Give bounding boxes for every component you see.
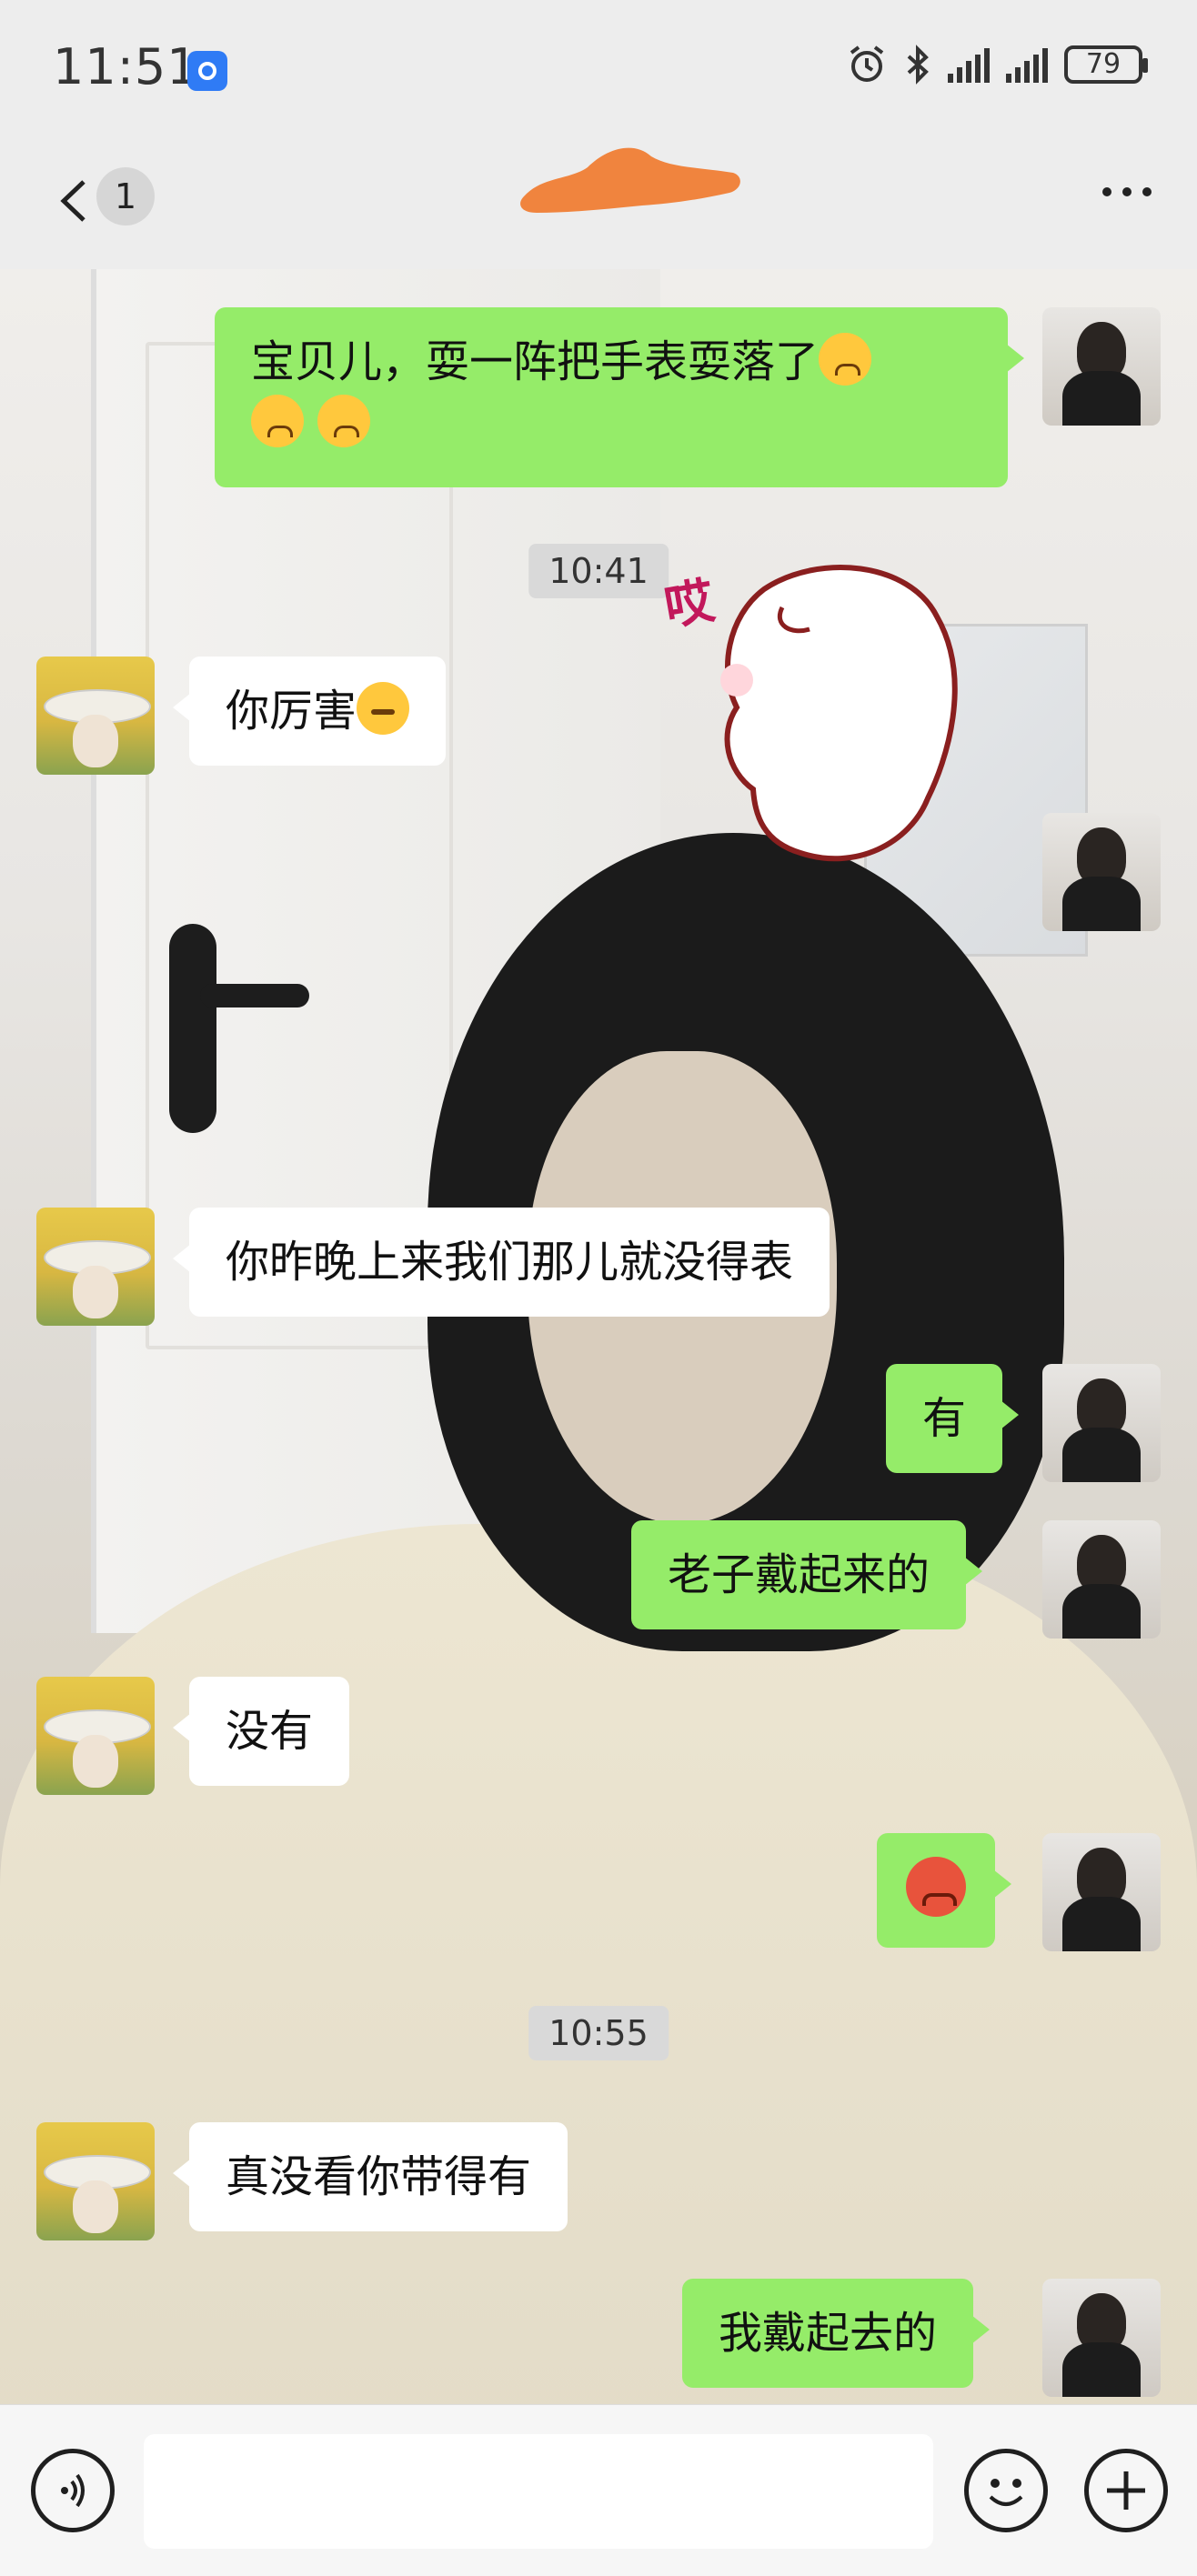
emoji-icon[interactable] <box>964 2449 1048 2532</box>
pouting-emoji-icon <box>819 333 872 386</box>
signal-icon <box>948 46 990 83</box>
unread-count-badge[interactable]: 1 <box>96 167 155 226</box>
background-door-lever <box>200 984 309 1007</box>
my-avatar[interactable] <box>1042 1364 1161 1482</box>
background-door-handle <box>169 924 216 1133</box>
pouting-emoji-icon <box>251 395 304 447</box>
message-text: 宝贝儿，耍一阵把手表耍落了 <box>251 336 820 387</box>
my-avatar[interactable] <box>1042 1520 1161 1639</box>
timestamp: 10:41 <box>528 544 669 598</box>
app-notification-icon <box>187 51 227 91</box>
battery-icon: 79 <box>1064 45 1148 84</box>
message-text: 我戴起去的 <box>719 2308 938 2359</box>
message-bubble-me[interactable]: 我戴起去的 <box>682 2279 991 2388</box>
message-text: 你厉害 <box>226 686 357 737</box>
message-text: 有 <box>922 1393 967 1444</box>
my-avatar[interactable] <box>1042 2279 1161 2397</box>
plus-icon[interactable] <box>1084 2449 1168 2532</box>
voice-icon[interactable] <box>31 2449 115 2532</box>
message-text: 老子戴起来的 <box>668 1549 930 1600</box>
redacted-title <box>520 147 740 213</box>
message-bubble-me[interactable]: 老子戴起来的 <box>631 1520 983 1629</box>
bluetooth-icon <box>907 45 929 85</box>
timestamp: 10:55 <box>528 2006 669 2060</box>
thinking-emoji-icon <box>357 682 410 735</box>
smiley-face-icon <box>989 2479 1023 2506</box>
contact-avatar[interactable] <box>36 1208 155 1326</box>
contact-avatar[interactable] <box>36 1677 155 1795</box>
background-shirt <box>0 1524 1197 2404</box>
sticker-image[interactable] <box>709 553 982 880</box>
my-avatar[interactable] <box>1042 307 1161 426</box>
pouting-emoji-icon <box>317 395 371 447</box>
message-text: 没有 <box>226 1706 314 1757</box>
my-avatar[interactable] <box>1042 1833 1161 1951</box>
background-door-panel <box>146 342 453 1349</box>
message-text: 你昨晚上来我们那儿就没得表 <box>226 1237 794 1288</box>
signal-icon-2 <box>1006 46 1048 83</box>
status-icons: 79 <box>846 44 1148 85</box>
status-time: 11:51 <box>53 38 199 95</box>
contact-avatar[interactable] <box>36 2122 155 2240</box>
contact-avatar[interactable] <box>36 657 155 775</box>
message-bubble-them[interactable]: 你昨晚上来我们那儿就没得表 <box>172 1208 830 1317</box>
status-bar: 11:51 79 <box>0 0 1197 136</box>
message-input[interactable] <box>144 2434 933 2549</box>
more-icon[interactable] <box>1102 187 1152 196</box>
message-text: 真没看你带得有 <box>226 2151 532 2202</box>
message-bubble-me[interactable]: 有 <box>886 1364 1020 1473</box>
message-bubble-me[interactable]: 宝贝儿，耍一阵把手表耍落了 <box>215 307 1024 487</box>
my-avatar[interactable] <box>1042 813 1161 931</box>
message-bubble-them[interactable]: 没有 <box>172 1677 350 1786</box>
voice-waves-icon <box>61 2473 85 2508</box>
message-bubble-them[interactable]: 真没看你带得有 <box>172 2122 568 2231</box>
message-bubble-me[interactable] <box>877 1833 1011 1948</box>
input-bar <box>0 2404 1197 2576</box>
plus-symbol-icon <box>1107 2471 1145 2510</box>
angry-emoji-icon <box>906 1857 966 1917</box>
message-bubble-them[interactable]: 你厉害 <box>172 657 447 766</box>
alarm-icon <box>850 45 884 82</box>
